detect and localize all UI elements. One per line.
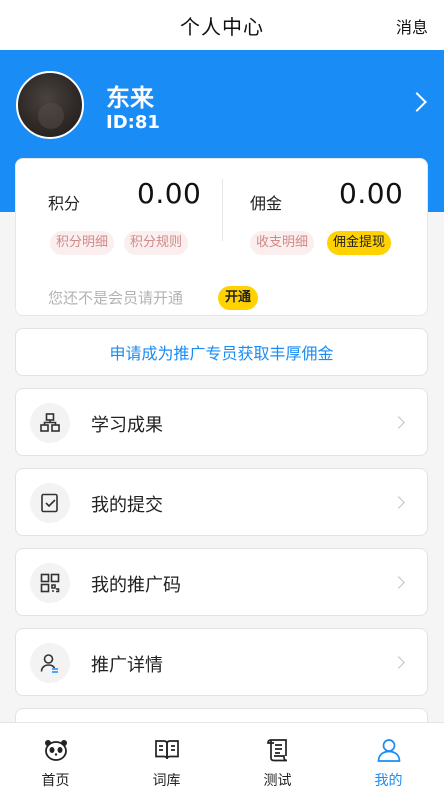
chevron-right-icon bbox=[392, 416, 405, 429]
menu-item-promo-code[interactable]: 我的推广码 bbox=[15, 548, 428, 616]
tab-home[interactable]: 首页 bbox=[0, 723, 111, 791]
wallet-card: 积分 0.00 佣金 0.00 积分明细 积分规则 收支明细 佣金提现 您还不是… bbox=[15, 158, 428, 316]
qrcode-icon bbox=[30, 563, 70, 603]
promo-text: 申请成为推广专员获取丰厚佣金 bbox=[109, 344, 334, 363]
menu-label: 学习成果 bbox=[91, 415, 163, 436]
tab-label: 测试 bbox=[263, 773, 292, 789]
page-title: 个人中心 bbox=[180, 14, 264, 39]
menu-item-my-submissions[interactable]: 我的提交 bbox=[15, 468, 428, 536]
tab-mine[interactable]: 我的 bbox=[333, 723, 444, 791]
panda-icon bbox=[43, 737, 69, 763]
submit-icon bbox=[30, 483, 70, 523]
top-bar: 个人中心 消息 bbox=[0, 0, 444, 50]
commission-label: 佣金 bbox=[250, 194, 283, 213]
menu-label: 我的推广码 bbox=[91, 575, 181, 596]
tab-label: 我的 bbox=[374, 773, 403, 789]
book-icon bbox=[154, 737, 180, 763]
points-detail-button[interactable]: 积分明细 bbox=[50, 231, 115, 255]
tab-test[interactable]: 测试 bbox=[222, 723, 333, 791]
chevron-right-icon bbox=[392, 576, 405, 589]
divider bbox=[222, 179, 223, 241]
avatar[interactable] bbox=[16, 71, 84, 139]
messages-button[interactable]: 消息 bbox=[396, 14, 428, 38]
commission-value: 0.00 bbox=[339, 177, 404, 210]
open-vip-button[interactable]: 开通 bbox=[218, 286, 259, 310]
promoter-apply-button[interactable]: 申请成为推广专员获取丰厚佣金 bbox=[15, 328, 428, 376]
menu-label: 推广详情 bbox=[91, 655, 163, 676]
sitemap-icon bbox=[30, 403, 70, 443]
tab-label: 词库 bbox=[152, 773, 181, 789]
points-label: 积分 bbox=[48, 194, 81, 213]
chevron-right-icon bbox=[392, 656, 405, 669]
menu-label: 我的提交 bbox=[91, 495, 163, 516]
commission-detail-button[interactable]: 收支明细 bbox=[250, 231, 315, 255]
withdraw-button[interactable]: 佣金提现 bbox=[327, 231, 392, 255]
menu-item-promo-details[interactable]: 推广详情 bbox=[15, 628, 428, 696]
bottom-nav: 首页 词库 测试 我的 bbox=[0, 722, 444, 791]
scroll-icon bbox=[265, 737, 291, 763]
tab-vocabulary[interactable]: 词库 bbox=[111, 723, 222, 791]
points-value: 0.00 bbox=[137, 177, 202, 210]
user-name: 东来 bbox=[106, 84, 154, 112]
vip-hint: 您还不是会员请开通 bbox=[48, 289, 184, 307]
user-detail-icon bbox=[30, 643, 70, 683]
user-id: ID:81 bbox=[106, 112, 160, 133]
points-rules-button[interactable]: 积分规则 bbox=[124, 231, 189, 255]
tab-label: 首页 bbox=[41, 773, 70, 789]
menu-item-learning-results[interactable]: 学习成果 bbox=[15, 388, 428, 456]
user-icon bbox=[376, 737, 402, 763]
chevron-right-icon bbox=[392, 496, 405, 509]
